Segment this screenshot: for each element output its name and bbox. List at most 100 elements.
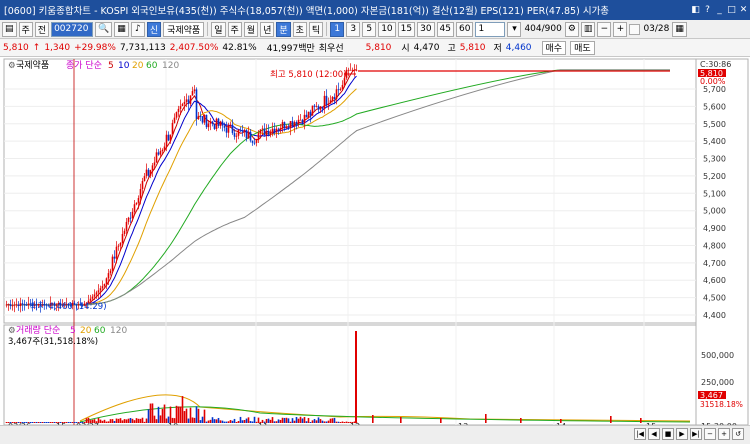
calendar-icon[interactable]: ▦ — [672, 21, 687, 37]
candle-body — [287, 127, 290, 129]
volume-bar — [241, 420, 244, 423]
volume-bar — [137, 418, 140, 423]
volume-bar — [485, 414, 487, 423]
chart-settings-icon[interactable]: ⚙ — [564, 21, 579, 37]
candle-body — [179, 106, 182, 109]
period-select[interactable]: 주 — [18, 21, 33, 37]
candle-body — [275, 128, 278, 133]
grid-icon[interactable]: ▥ — [580, 21, 596, 37]
sell-button[interactable]: 매도 — [570, 40, 595, 55]
y-tick-label: 5,400 — [703, 137, 726, 146]
candle-body — [163, 146, 166, 150]
price-change: 1,340 — [44, 42, 71, 53]
minute-5[interactable]: 5 — [362, 21, 377, 37]
volume-bar — [117, 418, 120, 423]
zoom-in-icon[interactable]: + — [613, 21, 628, 37]
volume-bar — [245, 418, 248, 423]
minute-60[interactable]: 60 — [456, 21, 474, 37]
candle-body — [185, 99, 188, 102]
interval-tick[interactable]: 틱 — [308, 21, 324, 37]
volume-bar — [103, 419, 106, 423]
y-tick-label: 5,600 — [703, 102, 726, 111]
volume-bar — [343, 422, 346, 423]
change-rate: +29.98% — [74, 42, 116, 53]
volume-bar — [205, 421, 208, 423]
interval-year[interactable]: 년 — [260, 21, 275, 37]
candle-body — [129, 217, 132, 219]
help-icon[interactable]: ? — [702, 5, 713, 16]
restore-icon[interactable]: ◧ — [690, 5, 701, 16]
volume-bar — [175, 405, 178, 423]
volume-bar — [119, 418, 122, 423]
list-icon[interactable]: ▦ — [114, 21, 129, 37]
volume-bar — [197, 408, 200, 423]
volume-bar — [285, 417, 288, 423]
code-input[interactable]: 002720 — [51, 21, 94, 37]
volume-bar — [45, 422, 48, 423]
speaker-icon[interactable]: ♪ — [130, 21, 145, 37]
minute-1[interactable]: 1 — [330, 21, 345, 37]
candle-body — [131, 211, 134, 218]
volume-bar — [169, 406, 172, 423]
candle-body — [193, 89, 196, 92]
buy-button[interactable]: 매수 — [541, 40, 567, 55]
volume-bar — [43, 422, 46, 423]
candle-body — [97, 290, 100, 293]
candle-body — [191, 91, 194, 96]
scroll-right-icon[interactable]: ▶ — [676, 428, 688, 440]
candle-body — [19, 303, 22, 307]
candle-body — [251, 140, 254, 143]
scroll-end-icon[interactable]: ▶| — [690, 428, 702, 440]
volume-bar — [305, 421, 308, 423]
minute-15[interactable]: 15 — [397, 21, 416, 37]
candle-body — [147, 169, 150, 176]
prev-button[interactable]: 전 — [34, 21, 50, 37]
zoom-out-icon[interactable]: − — [597, 21, 612, 37]
chevron-down-icon[interactable]: ▾ — [507, 21, 522, 37]
volume-bar — [133, 420, 136, 423]
candle-body — [241, 130, 244, 132]
candle-body — [297, 119, 300, 125]
interval-minute[interactable]: 분 — [276, 21, 291, 37]
search-icon[interactable]: 🔍 — [95, 21, 113, 37]
candle-body — [171, 122, 174, 135]
volume-bar — [640, 418, 642, 423]
menu-icon[interactable]: ▤ — [2, 21, 17, 37]
scroll-start-icon[interactable]: |◀ — [634, 428, 646, 440]
interval-day[interactable]: 일 — [211, 21, 226, 37]
minute-45[interactable]: 45 — [436, 21, 454, 37]
ask-price: 5,810 — [365, 42, 392, 53]
candle-body — [203, 114, 206, 123]
settings-icon: ⚙ — [8, 61, 16, 71]
minimize-icon[interactable]: _ — [714, 5, 725, 16]
chart-area[interactable]: 5,700 5,600 5,500 5,400 5,300 5,200 5,100 5,000… — [0, 57, 750, 431]
price-chart[interactable]: 5,700 5,600 5,500 5,400 5,300 5,200 5,100 5,000… — [0, 57, 750, 431]
candle-body — [137, 198, 140, 203]
zoom-in-button[interactable]: + — [718, 428, 730, 440]
stop-icon[interactable]: ■ — [662, 428, 674, 440]
candle-body — [229, 124, 232, 126]
volume-rate: 2,407.50% — [169, 42, 219, 53]
interval-second[interactable]: 초 — [292, 21, 307, 37]
interval-month[interactable]: 월 — [243, 21, 259, 37]
volume-bar — [127, 418, 130, 423]
candle-body — [119, 242, 122, 246]
candle-body — [217, 118, 220, 126]
close-icon[interactable]: ✕ — [738, 5, 749, 16]
reset-view-icon[interactable]: ↺ — [732, 428, 744, 440]
count-select[interactable]: 1 — [475, 21, 506, 37]
checkbox-icon[interactable] — [629, 23, 641, 35]
volume-bar — [207, 420, 210, 423]
scroll-left-icon[interactable]: ◀ — [648, 428, 660, 440]
candle-body — [157, 152, 160, 155]
candle-body — [175, 112, 178, 118]
zoom-out-button[interactable]: − — [704, 428, 716, 440]
volume-current: 3,467주(31,518.18%) — [8, 337, 98, 347]
volume-bar — [311, 420, 314, 423]
minute-3[interactable]: 3 — [346, 21, 361, 37]
date-field[interactable]: 03/28 — [642, 24, 670, 34]
minute-10[interactable]: 10 — [378, 21, 396, 37]
maximize-icon[interactable]: □ — [726, 5, 737, 16]
minute-30[interactable]: 30 — [417, 21, 435, 37]
interval-week[interactable]: 주 — [227, 21, 242, 37]
